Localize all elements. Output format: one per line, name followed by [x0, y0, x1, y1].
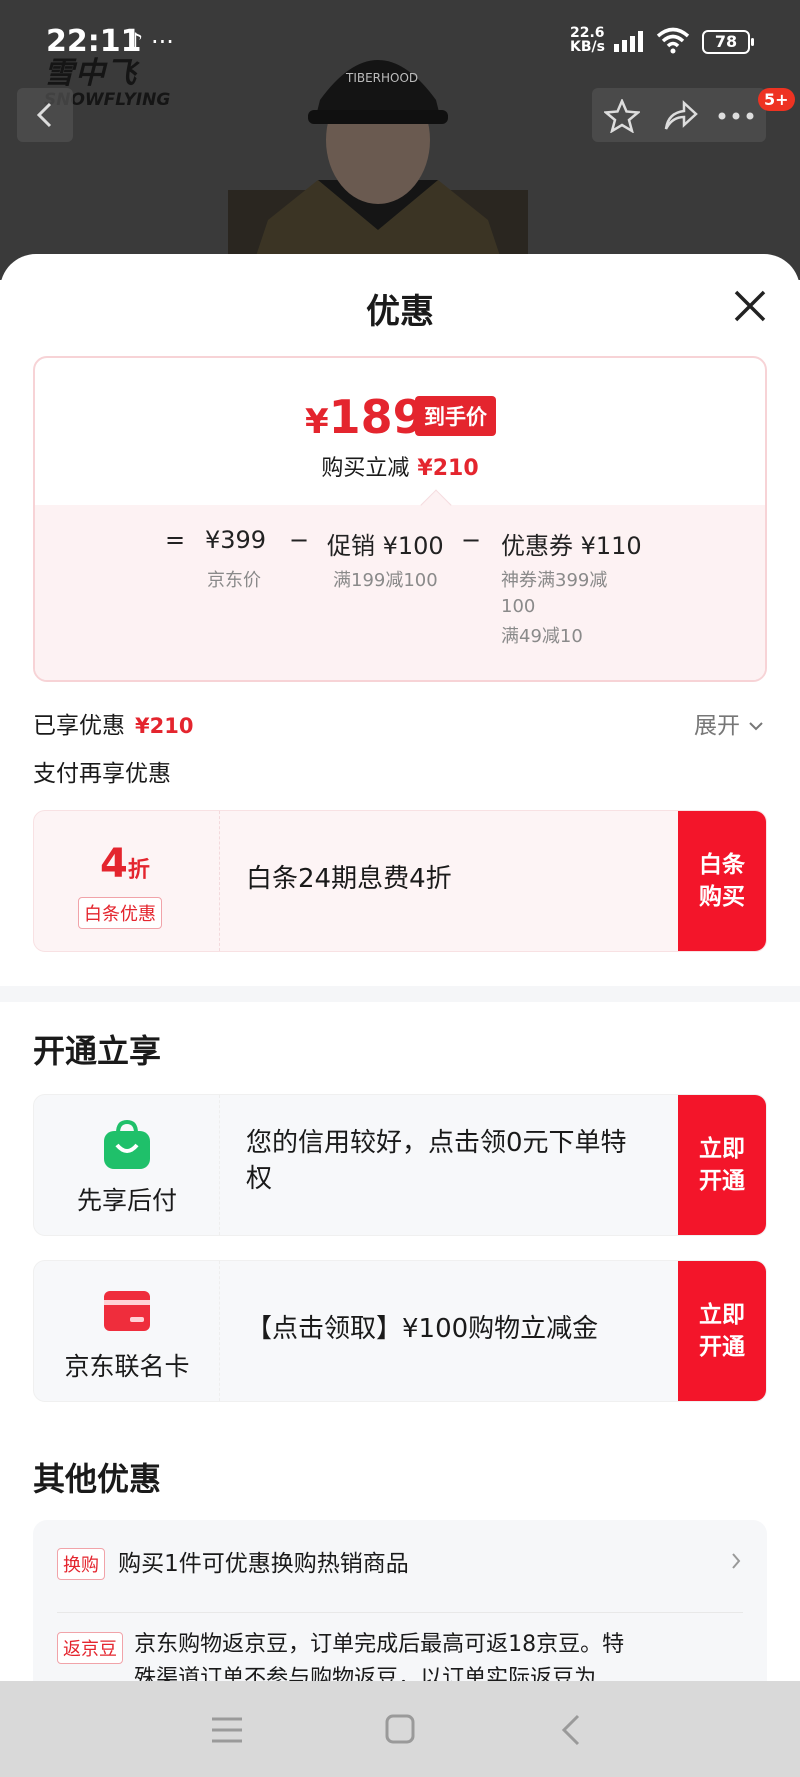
star-icon [602, 97, 642, 134]
minus-sign: − [461, 526, 482, 554]
more-button[interactable] [716, 99, 756, 137]
enjoyed-discount: 已享优惠 ¥210 [33, 713, 194, 739]
jd-bean-text: 京东购物返京豆，订单完成后最高可返18京豆。特 殊渠道订单不参与购物返豆，以订单… [134, 1632, 625, 1684]
baitiao-buy-button[interactable]: 白条 购买 [678, 811, 766, 951]
back-button[interactable] [17, 88, 73, 142]
sheet-title: 优惠 [366, 292, 434, 332]
other-offers-list: 换购 购买1件可优惠换购热销商品 返京豆 京东购物返京豆，订单完成后最高可返18… [33, 1520, 767, 1684]
message-badge: 5+ [758, 88, 795, 111]
expand-toggle[interactable]: 展开 [694, 706, 765, 740]
price-breakdown-card: ¥189 到手价 购买立减 ¥210 = ¥399 − 促销 ¥100 − 优惠券… [33, 356, 767, 682]
home-icon[interactable] [384, 1713, 416, 1745]
jd-card-name: 京东联名卡 [64, 1352, 190, 1381]
network-speed: 22.6 KB/s [570, 25, 605, 55]
chevron-right-icon [732, 1553, 741, 1569]
coupon-amount: 优惠券 ¥110 [501, 532, 642, 560]
list-item[interactable]: 返京豆 京东购物返京豆，订单完成后最高可返18京豆。特 殊渠道订单不参与购物返豆… [57, 1632, 743, 1684]
section-divider [0, 986, 800, 1002]
jd-card-brand: 京东联名卡 [34, 1261, 220, 1401]
menu-icon[interactable] [210, 1715, 244, 1745]
discount-sheet: 优惠 ¥189 到手价 购买立减 ¥210 = ¥399 − 促销 ¥100 − … [0, 254, 800, 1684]
cellular-signal-icon [614, 31, 643, 52]
chevron-left-icon [36, 102, 52, 128]
close-button[interactable] [728, 284, 772, 328]
pay-later-card[interactable]: 先享后付 您的信用较好，点击领0元下单特 权 立即 开通 [33, 1094, 767, 1236]
shopping-bag-icon [104, 1119, 150, 1169]
credit-card-icon [104, 1291, 150, 1331]
exchange-tag: 换购 [57, 1548, 105, 1580]
share-icon [664, 100, 698, 130]
favorite-button[interactable] [602, 97, 642, 137]
top-action-bar [592, 88, 766, 142]
pay-later-name: 先享后付 [76, 1186, 177, 1215]
final-price: ¥189 [305, 390, 425, 444]
exchange-text: 购买1件可优惠换购热销商品 [118, 1551, 409, 1577]
other-section-title: 其他优惠 [33, 1460, 162, 1498]
coupon-note-2: 满49减10 [501, 626, 583, 647]
minus-sign: − [289, 526, 310, 554]
pay-later-brand: 先享后付 [34, 1095, 220, 1235]
equals-sign: = [165, 526, 186, 554]
baitiao-card[interactable]: 4折 白条优惠 白条24期息费4折 白条 购买 [33, 810, 767, 952]
jd-card-open-button[interactable]: 立即 开通 [678, 1261, 766, 1401]
share-button[interactable] [662, 99, 698, 137]
system-nav-bar [0, 1681, 800, 1777]
open-section-title: 开通立享 [33, 1032, 162, 1070]
jd-price: ¥399 [205, 526, 267, 554]
promo-note: 满199减100 [333, 570, 438, 591]
baitiao-discount: 4折 白条优惠 [34, 811, 220, 951]
battery-indicator: 78 [702, 30, 754, 54]
coupon-note: 神券满399减 [501, 570, 608, 591]
close-icon [734, 290, 766, 322]
baitiao-text: 白条24期息费4折 [246, 864, 452, 894]
jd-price-label: 京东价 [207, 570, 261, 591]
list-divider [57, 1612, 743, 1613]
pay-later-text: 您的信用较好，点击领0元下单特 权 [246, 1128, 627, 1194]
pay-later-open-button[interactable]: 立即 开通 [678, 1095, 766, 1235]
final-price-tag: 到手价 [415, 396, 496, 436]
reduce-line: 购买立减 ¥210 [321, 456, 479, 481]
jd-bean-tag: 返京豆 [57, 1632, 123, 1664]
jd-card-text: 【点击领取】¥100购物立减金 [246, 1314, 599, 1344]
wifi-icon [656, 27, 690, 54]
promo-amount: 促销 ¥100 [327, 532, 444, 560]
more-dots-icon [718, 112, 754, 120]
pay-more-label: 支付再享优惠 [33, 761, 171, 787]
jd-card-card[interactable]: 京东联名卡 【点击领取】¥100购物立减金 立即 开通 [33, 1260, 767, 1402]
list-item[interactable]: 换购 购买1件可优惠换购热销商品 [57, 1544, 743, 1604]
coupon-note-cont: 100 [501, 596, 536, 617]
chevron-down-icon [749, 722, 764, 731]
baitiao-tag: 白条优惠 [78, 897, 162, 929]
back-nav-icon[interactable] [558, 1713, 586, 1747]
